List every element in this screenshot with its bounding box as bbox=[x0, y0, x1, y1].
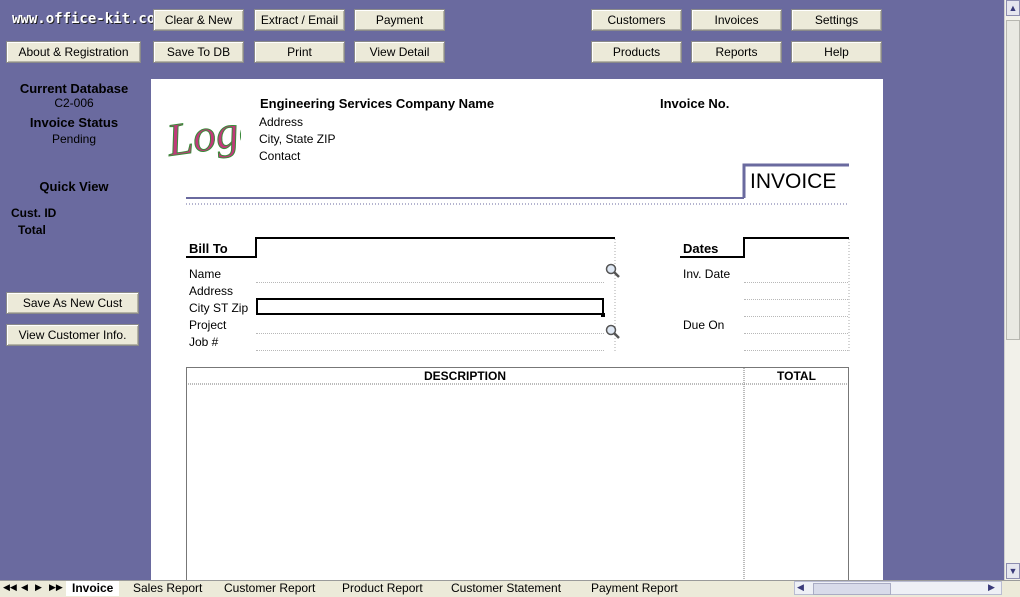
city-st-zip-label: City ST Zip bbox=[189, 301, 249, 315]
due-on-field[interactable] bbox=[744, 333, 848, 334]
products-button[interactable]: Products bbox=[591, 41, 682, 63]
scroll-right-arrow-icon[interactable]: ▶ bbox=[988, 582, 995, 593]
cust-id-label: Cust. ID bbox=[11, 206, 57, 220]
save-to-db-button[interactable]: Save To DB bbox=[153, 41, 244, 63]
project-label: Project bbox=[189, 318, 227, 332]
brand-logo-text: www.office-kit.com bbox=[12, 11, 164, 27]
dates-label: Dates bbox=[683, 241, 719, 256]
prev-sheet-arrow-icon[interactable]: ◀ bbox=[21, 582, 28, 593]
tab-product-report[interactable]: Product Report bbox=[336, 581, 429, 596]
print-button[interactable]: Print bbox=[254, 41, 345, 63]
tab-sales-report[interactable]: Sales Report bbox=[127, 581, 208, 596]
name-field[interactable] bbox=[256, 282, 604, 283]
bill-to-label: Bill To bbox=[189, 241, 228, 256]
description-column-header: DESCRIPTION bbox=[423, 369, 506, 383]
company-logo: Logo bbox=[165, 102, 241, 167]
total-column-header: TOTAL bbox=[777, 369, 816, 383]
total-label: Total bbox=[18, 223, 46, 237]
current-database-label: Current Database bbox=[19, 81, 129, 96]
city-st-zip-field-selected[interactable] bbox=[256, 298, 604, 315]
company-address: Address bbox=[259, 115, 304, 129]
quick-view-label: Quick View bbox=[39, 179, 109, 194]
customer-search-icon[interactable] bbox=[604, 263, 622, 279]
invoice-no-label: Invoice No. bbox=[660, 96, 730, 111]
invoice-status-value: Pending bbox=[51, 132, 97, 146]
job-label: Job # bbox=[189, 335, 219, 349]
project-search-icon[interactable] bbox=[604, 324, 622, 340]
scroll-down-arrow-icon[interactable]: ▼ bbox=[1006, 563, 1020, 579]
view-customer-info-button[interactable]: View Customer Info. bbox=[6, 324, 139, 346]
due-on-label: Due On bbox=[683, 318, 725, 332]
extract-email-button[interactable]: Extract / Email bbox=[254, 9, 345, 31]
fill-handle[interactable] bbox=[601, 313, 605, 317]
inv-date-field[interactable] bbox=[744, 282, 848, 283]
date-field-2[interactable] bbox=[744, 299, 848, 300]
view-detail-button[interactable]: View Detail bbox=[354, 41, 445, 63]
horizontal-scroll-thumb[interactable] bbox=[813, 583, 891, 595]
inv-date-label: Inv. Date bbox=[683, 267, 731, 281]
customers-button[interactable]: Customers bbox=[591, 9, 682, 31]
job-field[interactable] bbox=[256, 350, 604, 351]
date-field-3[interactable] bbox=[744, 316, 848, 317]
project-field[interactable] bbox=[256, 333, 604, 334]
next-sheet-arrow-icon[interactable]: ▶ bbox=[35, 582, 42, 593]
about-registration-button[interactable]: About & Registration bbox=[6, 41, 141, 63]
name-label: Name bbox=[189, 267, 222, 281]
last-sheet-arrow-icon[interactable]: ▶▶ bbox=[49, 582, 63, 593]
invoice-sheet: Logo Engineering Services Company Name A… bbox=[151, 79, 883, 581]
invoice-title: INVOICE bbox=[750, 170, 837, 193]
scroll-left-arrow-icon[interactable]: ◀ bbox=[797, 582, 804, 593]
invoice-status-label: Invoice Status bbox=[29, 115, 119, 130]
tab-customer-report[interactable]: Customer Report bbox=[218, 581, 321, 596]
invoices-button[interactable]: Invoices bbox=[691, 9, 782, 31]
current-database-value: C2-006 bbox=[54, 96, 94, 110]
save-as-new-cust-button[interactable]: Save As New Cust bbox=[6, 292, 139, 314]
logo-text: Logo bbox=[165, 102, 241, 166]
tab-invoice[interactable]: Invoice bbox=[66, 581, 120, 596]
company-city: City, State ZIP bbox=[259, 132, 336, 146]
help-button[interactable]: Help bbox=[791, 41, 882, 63]
vertical-scrollbar[interactable]: ▲ ▼ bbox=[1004, 0, 1020, 580]
settings-button[interactable]: Settings bbox=[791, 9, 882, 31]
address-label: Address bbox=[189, 284, 234, 298]
horizontal-scrollbar[interactable]: ◀ ▶ bbox=[794, 581, 1002, 595]
scroll-up-arrow-icon[interactable]: ▲ bbox=[1006, 0, 1020, 16]
clear-new-button[interactable]: Clear & New bbox=[153, 9, 244, 31]
company-name: Engineering Services Company Name bbox=[260, 96, 495, 111]
first-sheet-arrow-icon[interactable]: ◀◀ bbox=[3, 582, 17, 593]
payment-button[interactable]: Payment bbox=[354, 9, 445, 31]
company-contact: Contact bbox=[259, 149, 301, 163]
tab-customer-statement[interactable]: Customer Statement bbox=[445, 581, 567, 596]
reports-button[interactable]: Reports bbox=[691, 41, 782, 63]
date-field-5[interactable] bbox=[744, 350, 848, 351]
tab-payment-report[interactable]: Payment Report bbox=[585, 581, 684, 596]
vertical-scroll-thumb[interactable] bbox=[1006, 20, 1020, 340]
